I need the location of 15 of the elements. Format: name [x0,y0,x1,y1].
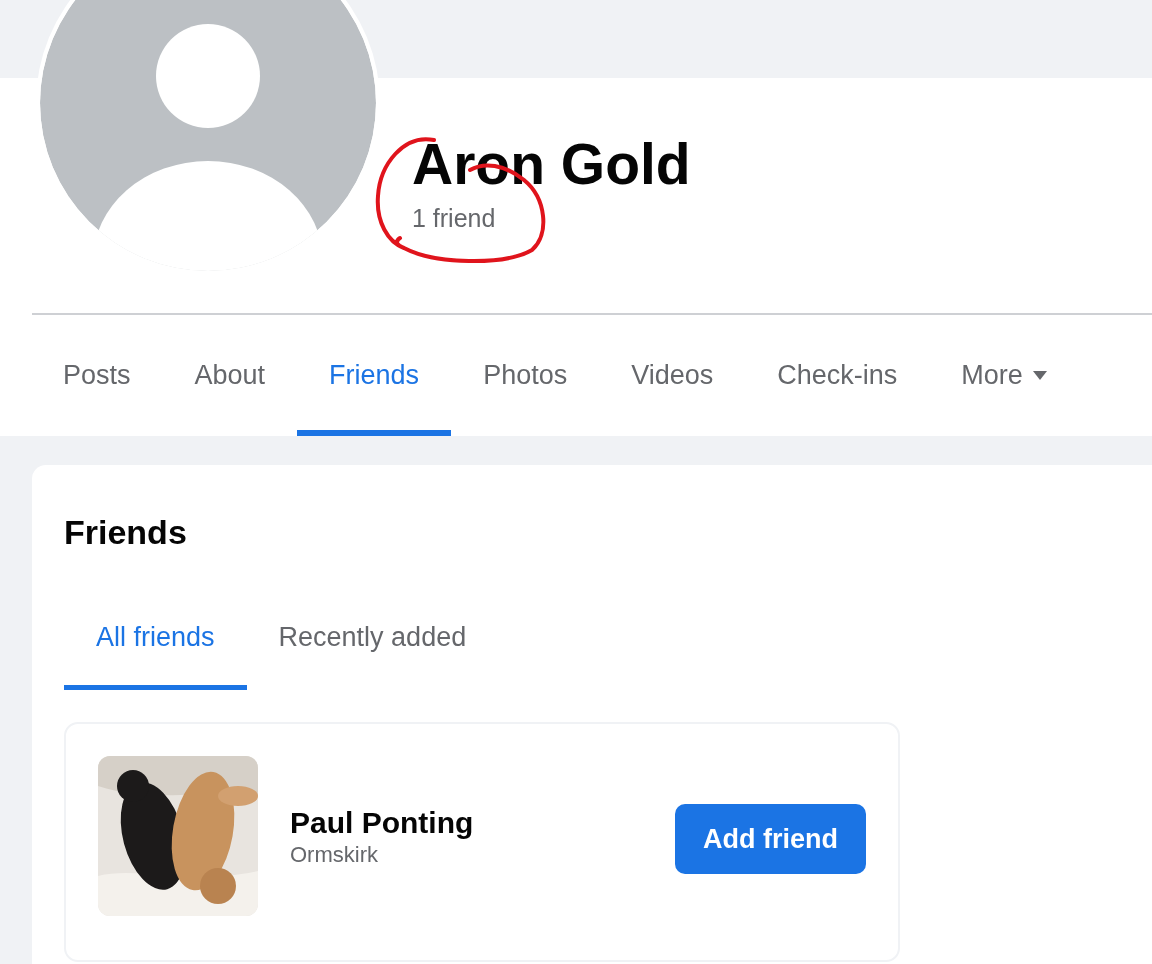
section-title: Friends [64,513,188,552]
profile-tab[interactable]: About [162,315,298,436]
profile-tab[interactable]: Photos [451,315,600,436]
profile-tab[interactable]: Videos [599,315,746,436]
profile-name: Aron Gold [412,131,691,198]
friend-location: Ormskirk [290,842,379,868]
add-friend-button[interactable]: Add friend [675,804,866,874]
friend-count[interactable]: 1 friend [412,204,691,233]
profile-tab[interactable]: More [929,315,1079,436]
filter-tab[interactable]: All friends [64,608,247,690]
friend-name[interactable]: Paul Ponting [290,806,675,840]
profile-tab[interactable]: Check-ins [745,315,930,436]
profile-tab[interactable]: Posts [31,315,163,436]
filter-tab[interactable]: Recently added [246,608,499,690]
profile-tab[interactable]: Friends [297,315,452,436]
